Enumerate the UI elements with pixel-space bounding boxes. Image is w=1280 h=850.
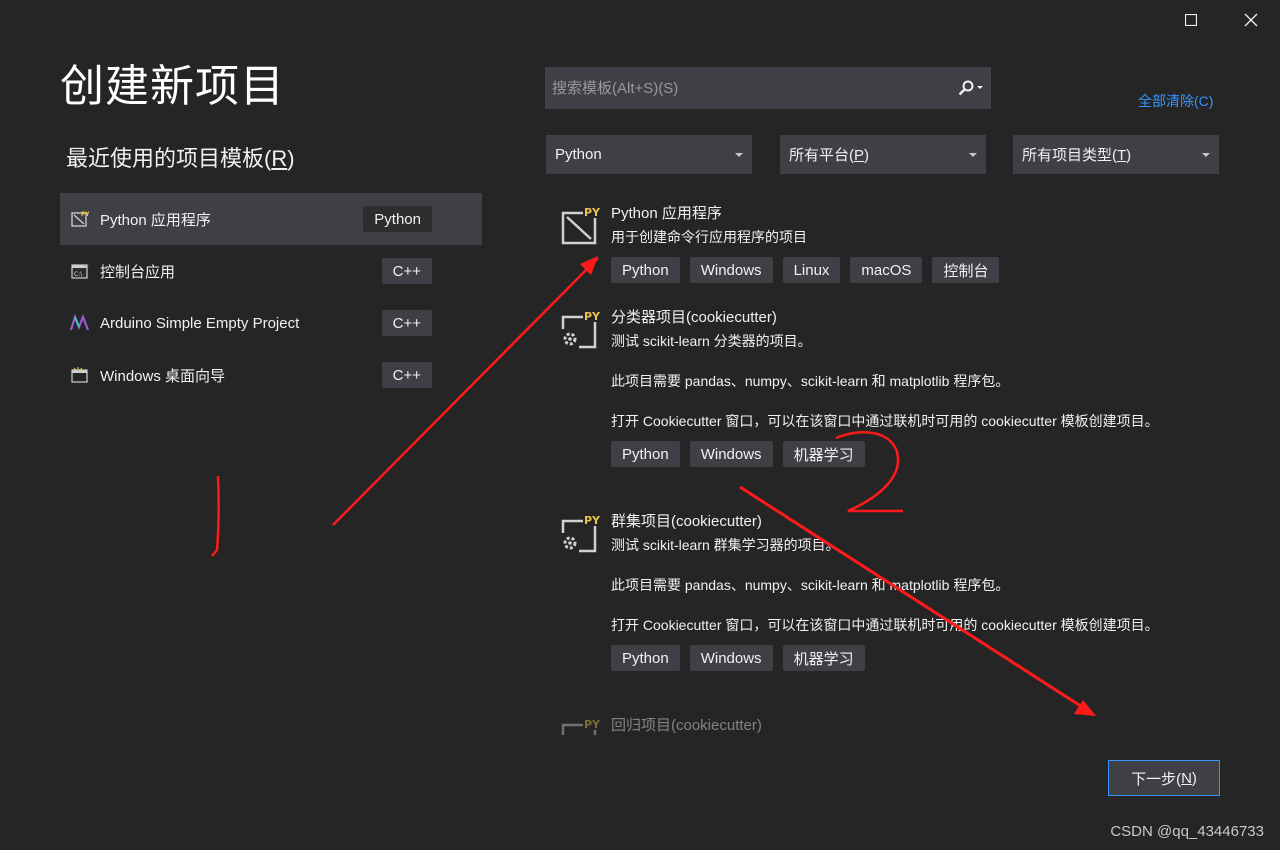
template-item-regression[interactable]: PY 回归项目(cookiecutter) xyxy=(545,707,1185,735)
language-filter-dropdown[interactable]: Python xyxy=(546,135,752,174)
template-tags: Python Windows Linux macOS 控制台 xyxy=(611,257,1185,283)
template-search-input[interactable] xyxy=(546,79,950,97)
cookiecutter-icon: PY xyxy=(561,309,601,349)
recent-item-windows-desktop[interactable]: Windows 桌面向导 C++ xyxy=(60,349,482,401)
svg-text:PY: PY xyxy=(584,206,601,219)
clear-all-link[interactable]: 全部清除(C) xyxy=(1138,91,1213,111)
svg-text:++: ++ xyxy=(83,263,89,269)
chevron-down-icon xyxy=(969,152,977,157)
language-badge: Python xyxy=(363,206,432,232)
chevron-down-icon xyxy=(735,152,743,157)
search-icon xyxy=(958,80,973,96)
template-title: 回归项目(cookiecutter) xyxy=(611,717,762,734)
project-type-filter-dropdown[interactable]: 所有项目类型(T) xyxy=(1013,135,1219,174)
template-description: 用于创建命令行应用程序的项目 xyxy=(611,229,807,245)
recent-item-arduino[interactable]: Arduino Simple Empty Project C++ xyxy=(60,297,482,349)
platform-filter-dropdown[interactable]: 所有平台(P) xyxy=(780,135,986,174)
svg-text:PY: PY xyxy=(584,718,601,731)
recent-templates-heading: 最近使用的项目模板(R) xyxy=(66,141,295,173)
template-tags: Python Windows 机器学习 xyxy=(611,441,1185,467)
cookiecutter-icon: PY xyxy=(561,717,601,735)
recent-item-console-app[interactable]: C:\++ 控制台应用 C++ xyxy=(60,245,482,297)
platform-access-key: P xyxy=(854,147,865,164)
heading-access-key: R xyxy=(271,146,288,171)
svg-text:PY: PY xyxy=(584,514,601,527)
search-button[interactable] xyxy=(950,68,990,108)
template-description: 测试 scikit-learn 分类器的项目。 此项目需要 pandas、num… xyxy=(611,333,1159,429)
close-icon xyxy=(1244,13,1258,27)
python-app-icon: PY xyxy=(561,205,601,245)
platform-filter-value: 所有平台(P) xyxy=(789,144,869,165)
template-title: 分类器项目(cookiecutter) xyxy=(611,309,777,326)
project-type-filter-value: 所有项目类型(T) xyxy=(1022,144,1131,165)
template-description: 测试 scikit-learn 群集学习器的项目。 此项目需要 pandas、n… xyxy=(611,537,1159,633)
python-app-icon: PY xyxy=(70,209,90,229)
template-item-classifier[interactable]: PY 分类器项目(cookiecutter) 测试 scikit-learn 分… xyxy=(545,299,1185,503)
close-button[interactable] xyxy=(1237,8,1265,32)
next-text-end: ) xyxy=(1191,769,1197,787)
tag: Linux xyxy=(782,257,841,283)
next-text: 下一步( xyxy=(1131,770,1182,788)
platform-text: 所有平台( xyxy=(789,147,854,164)
tag: Python xyxy=(611,441,680,467)
svg-text:PY: PY xyxy=(81,211,89,218)
maximize-icon xyxy=(1185,14,1197,26)
type-access-key: T xyxy=(1117,147,1127,164)
tag: 机器学习 xyxy=(782,441,865,467)
heading-text-end: ) xyxy=(287,146,295,171)
recent-item-label: Arduino Simple Empty Project xyxy=(100,314,300,332)
recent-item-python-app[interactable]: PY Python 应用程序 Python xyxy=(60,193,482,245)
svg-text:PY: PY xyxy=(584,310,601,323)
tag: Python xyxy=(611,645,680,671)
recent-item-label: 控制台应用 xyxy=(100,263,176,281)
tag: 机器学习 xyxy=(782,645,865,671)
recent-item-label: Windows 桌面向导 xyxy=(100,367,226,385)
annotation-mark-1 xyxy=(211,475,220,557)
platform-text-end: ) xyxy=(864,147,870,164)
tag: Windows xyxy=(689,257,773,283)
chevron-down-icon xyxy=(1202,152,1210,157)
heading-text: 最近使用的项目模板( xyxy=(66,146,272,171)
template-tags: Python Windows 机器学习 xyxy=(611,645,1185,671)
language-badge: C++ xyxy=(381,258,432,284)
cookiecutter-icon: PY xyxy=(561,513,601,553)
next-access-key: N xyxy=(1181,769,1192,787)
maximize-button[interactable] xyxy=(1177,8,1205,32)
tag: macOS xyxy=(850,257,923,283)
tag: Python xyxy=(611,257,680,283)
next-button[interactable]: 下一步(N) xyxy=(1108,760,1220,796)
type-text-end: ) xyxy=(1126,147,1132,164)
tag: Windows xyxy=(689,645,773,671)
type-text: 所有项目类型( xyxy=(1022,147,1117,164)
recent-item-label: Python 应用程序 xyxy=(100,211,211,229)
windows-desktop-icon xyxy=(70,365,90,385)
template-search-box xyxy=(545,67,991,109)
page-title: 创建新项目 xyxy=(60,62,285,111)
watermark: CSDN @qq_43446733 xyxy=(1110,823,1264,840)
arduino-icon xyxy=(70,313,90,333)
template-item-python-app[interactable]: PY Python 应用程序 用于创建命令行应用程序的项目 Python Win… xyxy=(545,195,1185,299)
console-app-icon: C:\++ xyxy=(70,261,90,281)
language-badge: C++ xyxy=(381,362,432,388)
template-list: PY Python 应用程序 用于创建命令行应用程序的项目 Python Win… xyxy=(545,195,1185,735)
template-title: Python 应用程序 xyxy=(611,205,722,222)
tag: Windows xyxy=(689,441,773,467)
tag: 控制台 xyxy=(932,257,1000,283)
language-filter-value: Python xyxy=(555,146,602,163)
template-title: 群集项目(cookiecutter) xyxy=(611,513,762,530)
chevron-down-icon xyxy=(976,86,983,89)
recent-templates-list: PY Python 应用程序 Python C:\++ 控制台应用 C++ Ar… xyxy=(60,193,482,401)
language-badge: C++ xyxy=(381,310,432,336)
template-item-clustering[interactable]: PY 群集项目(cookiecutter) 测试 scikit-learn 群集… xyxy=(545,503,1185,707)
svg-text:C:\: C:\ xyxy=(74,271,83,278)
